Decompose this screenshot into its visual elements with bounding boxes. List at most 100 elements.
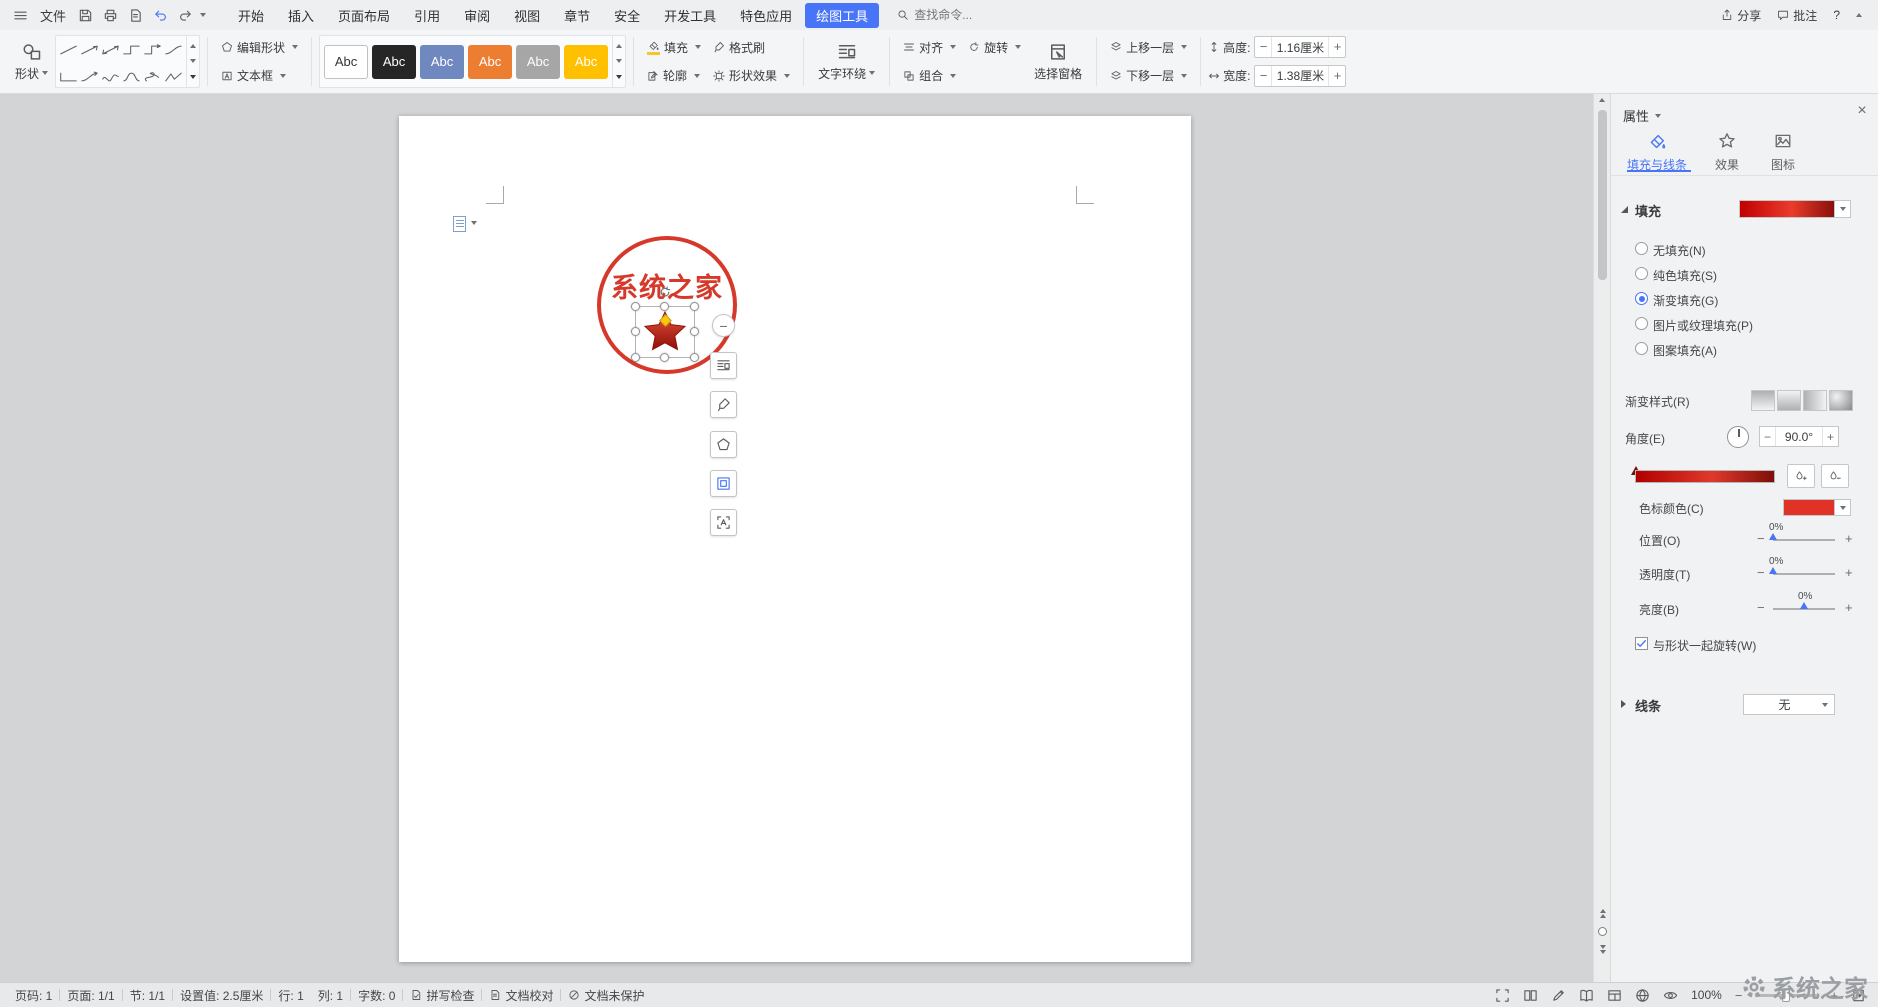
fill-preview-swatch[interactable] <box>1739 200 1835 218</box>
text-wrap-button[interactable]: 文字环绕 <box>811 33 882 90</box>
tab-dev-tools[interactable]: 开发工具 <box>653 3 727 28</box>
stop-color-dropdown[interactable] <box>1835 499 1851 516</box>
fill-swatch-dropdown[interactable] <box>1835 200 1851 218</box>
line-style-dropdown[interactable]: 无 <box>1743 694 1835 715</box>
shape-outline-button[interactable]: 轮廓 <box>641 63 707 88</box>
tab-review[interactable]: 审阅 <box>453 3 501 28</box>
selection-handle-sw[interactable] <box>631 353 640 362</box>
selection-handle-ne[interactable] <box>690 302 699 311</box>
radio-picture-texture-fill[interactable] <box>1635 317 1648 330</box>
section-collapse-icon[interactable] <box>1621 700 1626 708</box>
stop-color-swatch[interactable] <box>1783 499 1835 516</box>
gallery-scroll-down-icon[interactable] <box>616 59 622 63</box>
brightness-slider[interactable]: 0% <box>1773 608 1835 610</box>
tab-drawing-tools[interactable]: 绘图工具 <box>805 3 879 28</box>
picture-texture-fill-label[interactable]: 图片或纹理填充(P) <box>1653 317 1753 334</box>
height-increase-button[interactable]: + <box>1329 37 1345 57</box>
curve-s[interactable] <box>101 71 120 83</box>
curve-wave[interactable] <box>122 71 141 83</box>
shape-style-preset-6[interactable]: Abc <box>564 45 608 79</box>
position-slider-thumb[interactable] <box>1769 533 1777 540</box>
curve-connector-arrow[interactable] <box>80 71 99 83</box>
selection-handle-w[interactable] <box>631 327 640 336</box>
print-preview-button[interactable] <box>123 3 148 27</box>
elbow-connector-arrow[interactable] <box>143 44 162 56</box>
solid-fill-label[interactable]: 纯色填充(S) <box>1653 267 1717 284</box>
save-button[interactable] <box>73 3 98 27</box>
brightness-decrease-button[interactable]: − <box>1757 600 1765 615</box>
previous-page-button[interactable] <box>1600 909 1606 918</box>
comment-button[interactable]: 批注 <box>1777 7 1817 24</box>
print-button[interactable] <box>98 3 123 27</box>
curve-connector[interactable] <box>164 44 183 56</box>
line-style-arrow[interactable] <box>80 44 99 56</box>
gallery-more-icon[interactable] <box>616 75 622 79</box>
tab-view[interactable]: 视图 <box>503 3 551 28</box>
spell-check-button[interactable]: 拼写检查 <box>403 987 481 1004</box>
zoom-value[interactable]: 100% <box>1691 988 1722 1002</box>
shape-style-preset-5[interactable]: Abc <box>516 45 560 79</box>
selection-pane-button[interactable]: 选择窗格 <box>1027 33 1089 90</box>
document-page[interactable]: 系统之家 − <box>399 116 1191 962</box>
undo-button[interactable] <box>148 3 173 27</box>
position-decrease-button[interactable]: − <box>1757 531 1765 546</box>
search-input[interactable] <box>914 8 1034 22</box>
remove-gradient-stop-button[interactable] <box>1821 464 1849 488</box>
share-button[interactable]: 分享 <box>1721 7 1761 24</box>
document-proofread-button[interactable]: 文档校对 <box>482 987 560 1004</box>
transparency-decrease-button[interactable]: − <box>1757 565 1765 580</box>
edit-shape-button[interactable]: 编辑形状 <box>215 35 304 60</box>
tab-security[interactable]: 安全 <box>603 3 651 28</box>
height-decrease-button[interactable]: − <box>1255 37 1271 57</box>
section-expand-icon[interactable] <box>1621 206 1628 213</box>
main-menu-button[interactable] <box>8 3 33 27</box>
change-shape-button[interactable] <box>710 431 737 458</box>
quick-style-button[interactable] <box>710 391 737 418</box>
tab-section[interactable]: 章节 <box>553 3 601 28</box>
transparency-increase-button[interactable]: + <box>1845 565 1853 580</box>
brightness-slider-thumb[interactable] <box>1800 602 1808 609</box>
border-style-button[interactable] <box>710 470 737 497</box>
position-increase-button[interactable]: + <box>1845 531 1853 546</box>
add-gradient-stop-button[interactable] <box>1787 464 1815 488</box>
page-options-button[interactable] <box>453 216 477 232</box>
collapse-quick-toolbar-button[interactable]: − <box>712 314 735 337</box>
extract-text-button[interactable] <box>710 509 737 536</box>
brightness-increase-button[interactable]: + <box>1845 600 1853 615</box>
gallery-scroll-up-icon[interactable] <box>616 44 622 48</box>
radio-gradient-fill[interactable] <box>1635 292 1648 305</box>
group-button[interactable]: 组合 <box>897 63 962 88</box>
selection-handle-e[interactable] <box>690 327 699 336</box>
gradient-style-2-button[interactable] <box>1777 390 1801 411</box>
tab-insert[interactable]: 插入 <box>277 3 325 28</box>
scrollbar-thumb[interactable] <box>1598 110 1607 280</box>
select-browse-object-button[interactable] <box>1598 927 1607 936</box>
shape-style-preset-1[interactable]: Abc <box>324 45 368 79</box>
gradient-bar[interactable] <box>1635 470 1775 483</box>
status-word-count[interactable]: 字数: 0 <box>351 987 402 1004</box>
shapes-button[interactable]: 形状 <box>8 33 55 90</box>
angle-input[interactable] <box>1775 427 1823 446</box>
elbow-connector-2[interactable] <box>59 71 78 83</box>
angle-decrease-button[interactable]: − <box>1760 430 1775 444</box>
multi-page-view-icon[interactable] <box>1523 988 1538 1003</box>
panel-tab-icon[interactable]: 图标 <box>1771 132 1795 173</box>
close-panel-button[interactable]: × <box>1853 102 1871 120</box>
document-scrollbar[interactable] <box>1593 94 1610 982</box>
width-input[interactable] <box>1271 66 1329 86</box>
gallery-more-icon[interactable] <box>190 75 196 79</box>
selection-handle-nw[interactable] <box>631 302 640 311</box>
status-column[interactable]: 列: 1 <box>311 987 350 1004</box>
radio-no-fill[interactable] <box>1635 242 1648 255</box>
status-page-number[interactable]: 页码: 1 <box>8 987 59 1004</box>
redo-button[interactable] <box>173 3 211 27</box>
height-input[interactable] <box>1271 37 1329 57</box>
panel-tab-fill-line[interactable]: 填充与线条 <box>1627 132 1687 173</box>
selection-handle-n[interactable] <box>660 302 669 311</box>
rotate-with-shape-label[interactable]: 与形状一起旋转(W) <box>1653 637 1756 654</box>
tab-page-layout[interactable]: 页面布局 <box>327 3 401 28</box>
tab-home[interactable]: 开始 <box>227 3 275 28</box>
angle-increase-button[interactable]: + <box>1823 430 1838 444</box>
panel-tab-effects[interactable]: 效果 <box>1715 132 1739 173</box>
tab-special-features[interactable]: 特色应用 <box>729 3 803 28</box>
